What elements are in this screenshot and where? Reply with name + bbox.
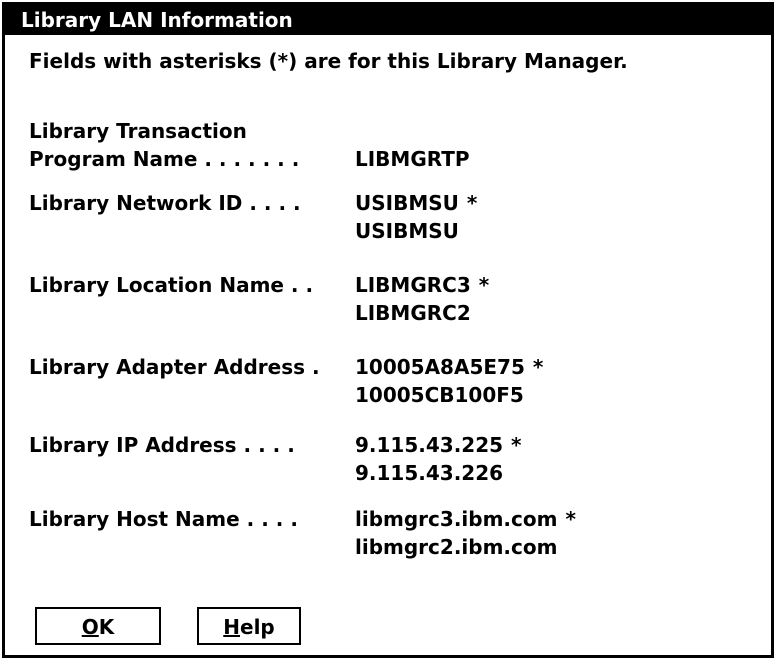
ok-label-rest: K [98, 615, 115, 639]
asterisk-marker: * [565, 507, 576, 531]
intro-text: Fields with asterisks (*) are for this L… [29, 49, 628, 73]
value-line: libmgrc2.ibm.com [355, 533, 576, 561]
value-line: LIBMGRTP [355, 145, 470, 173]
asterisk-marker: * [532, 355, 544, 379]
help-label-rest: elp [240, 615, 275, 639]
value-line: USIBMSU [355, 217, 477, 245]
field-label: Library Network ID . . . . [29, 191, 301, 215]
value-line: 9.115.43.225 * [355, 431, 522, 459]
value-line: LIBMGRC2 [355, 299, 489, 327]
value-line: 10005A8A5E75 * [355, 353, 543, 381]
help-mnemonic: H [223, 615, 240, 639]
value-text: 10005A8A5E75 [355, 355, 525, 379]
field-label: Library Host Name . . . . [29, 507, 298, 531]
asterisk-marker: * [478, 273, 490, 297]
ok-button[interactable]: OK [35, 607, 161, 645]
value-text: 9.115.43.225 [355, 433, 504, 457]
field-label: Library Location Name . . [29, 273, 314, 297]
field-label: Library Adapter Address . [29, 355, 320, 379]
field-value: 9.115.43.225 * 9.115.43.226 [355, 431, 522, 487]
value-text: USIBMSU [355, 219, 459, 243]
field-label: Library IP Address . . . . [29, 433, 295, 457]
field-label-line: Library Transaction [29, 119, 247, 143]
field-value: LIBMGRTP [355, 145, 470, 173]
value-text: 10005CB100F5 [355, 383, 524, 407]
field-value: LIBMGRC3 * LIBMGRC2 [355, 271, 489, 327]
help-button[interactable]: Help [197, 607, 301, 645]
value-text: libmgrc2.ibm.com [355, 535, 558, 559]
value-line: 10005CB100F5 [355, 381, 543, 409]
value-line: 9.115.43.226 [355, 459, 522, 487]
value-line: LIBMGRC3 * [355, 271, 489, 299]
value-text: 9.115.43.226 [355, 461, 504, 485]
value-line: libmgrc3.ibm.com * [355, 505, 576, 533]
value-text: LIBMGRC3 [355, 273, 471, 297]
value-text: LIBMGRTP [355, 147, 470, 171]
value-text: USIBMSU [355, 191, 459, 215]
value-text: libmgrc3.ibm.com [355, 507, 558, 531]
field-value: 10005A8A5E75 * 10005CB100F5 [355, 353, 543, 409]
value-text: LIBMGRC2 [355, 301, 471, 325]
field-label-line: Program Name . . . . . . . [29, 147, 300, 171]
asterisk-marker: * [466, 191, 478, 215]
title-bar: Library LAN Information [5, 5, 771, 35]
field-value: USIBMSU * USIBMSU [355, 189, 477, 245]
dialog-window: Library LAN Information Fields with aste… [2, 2, 774, 658]
asterisk-marker: * [511, 433, 522, 457]
field-value: libmgrc3.ibm.com * libmgrc2.ibm.com [355, 505, 576, 561]
field-label: Library Transaction Program Name . . . .… [29, 117, 299, 173]
value-line: USIBMSU * [355, 189, 477, 217]
ok-mnemonic: O [81, 615, 99, 639]
